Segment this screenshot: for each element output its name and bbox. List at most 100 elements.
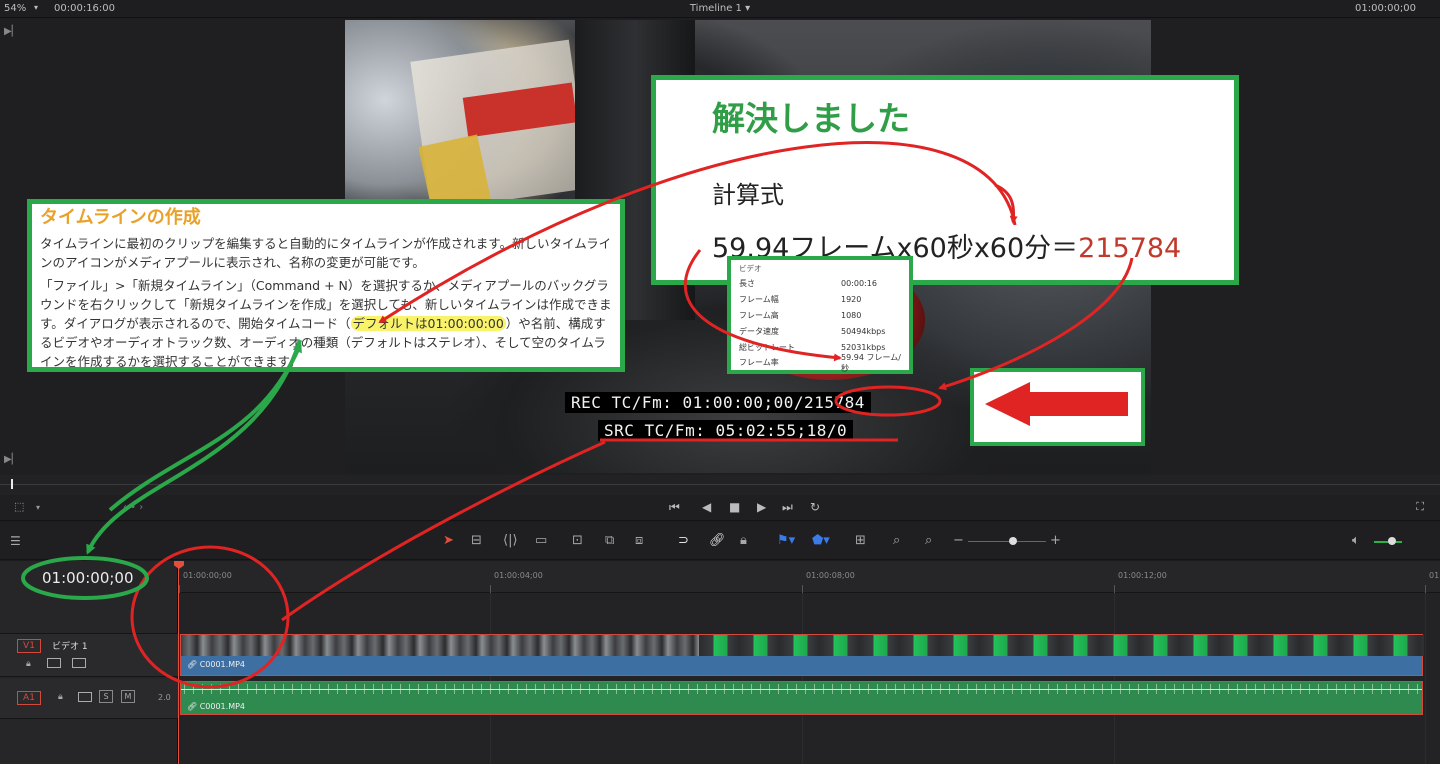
timeline-playhead[interactable] [178,561,179,764]
ruler-tick [490,585,491,593]
selection-tool-icon[interactable]: ➤ [443,533,454,548]
formula-label: 計算式 [712,181,784,209]
chevron-down-icon[interactable]: ▾ [36,503,40,512]
property-key: フレーム幅 [739,295,779,305]
ruler-label: 01:00:00;00 [183,571,232,580]
stop-button[interactable]: ■ [729,500,740,514]
auto-select-icon[interactable] [78,692,92,702]
panel-toggle-icon[interactable]: ▶▏ [4,454,19,465]
snapping-icon[interactable]: ⊃ [678,533,689,548]
play-reverse-button[interactable]: ◀ [702,500,711,514]
property-key: フレーム率 [739,358,779,368]
doc-highlight: デフォルトは01:00:00:00 [350,316,506,331]
property-row: 長さ 00:00:16 [735,276,905,292]
custom-zoom-icon[interactable]: ⌕ [925,533,932,548]
property-row: データ速度 50494kbps [735,323,905,339]
insert-clip-icon[interactable]: ⊡ [572,533,583,548]
timeline-toolbar: ☰ ➤ ⊟ ⟨|⟩ ▭ ⊡ ⧉ ⧈ ⊃ 🔗︎ 🔒︎ ⚑▾ ⬟▾ ⊞ ⌕ ⌕ − … [0,522,1440,560]
grid-line [490,593,491,764]
property-key: 長さ [739,279,755,289]
track-header-a1[interactable]: A1 🔒︎ S M 2.0 [0,679,178,719]
property-value: 00:00:16 [841,279,877,289]
auto-select-icon[interactable] [47,658,61,668]
property-value: 52031kbps [841,342,886,352]
blade-tool-icon[interactable]: ▭ [535,533,547,548]
doc-paragraph: タイムラインに最初のクリップを編集すると自動的にタイムラインが作成されます。新し… [40,236,612,270]
detail-zoom-icon[interactable]: ⌕ [893,533,900,548]
property-value: 50494kbps [841,326,886,336]
audio-clip[interactable]: 🔗︎ C0001.MP4 [180,681,1423,715]
go-to-first-frame-button[interactable]: ⏮ [669,500,680,515]
timeline-timecode[interactable]: 01:00:00;00 [42,569,134,587]
speaker-icon[interactable]: 🔈︎ [1352,533,1360,548]
track-name[interactable]: ビデオ 1 [52,639,88,652]
dynamic-trim-icon[interactable]: ⟨|⟩ [503,533,518,548]
documentation-callout: タイムラインの作成 タイムラインに最初のクリップを編集すると自動的にタイムライン… [27,199,625,372]
property-value: 1920 [841,295,862,305]
full-extent-zoom-icon[interactable]: ⊞ [855,533,866,548]
ruler-label: 01:00:12;00 [1118,571,1167,580]
clip-name: 🔗︎ C0001.MP4 [187,660,246,669]
zoom-in-icon[interactable]: + [1050,533,1061,548]
play-button[interactable]: ▶ [757,500,766,514]
properties-header: ビデオ [739,264,762,273]
mute-button[interactable]: M [121,690,135,703]
ruler-tick [802,585,803,593]
fullscreen-icon[interactable]: ⛶ [1416,500,1424,514]
clip-name: 🔗︎ C0001.MP4 [187,702,246,711]
go-to-last-frame-button[interactable]: ⏭ [782,500,793,515]
timeline-tracks[interactable]: 01:00:00;00 01:00:04;00 01:00:08;00 01:0… [174,561,1440,764]
property-row: フレーム高 1080 [735,308,905,324]
nav-dots-icon[interactable]: ‹ • › [123,502,143,513]
video-clip[interactable]: 🔗︎ C0001.MP4 [180,634,1424,676]
clip-thumbnails [699,635,1424,656]
position-lock-icon[interactable]: 🔒︎ [740,533,747,548]
ruler-label: 01 [1429,571,1440,580]
replace-clip-icon[interactable]: ⧈ [635,533,643,548]
ruler-tick [1425,585,1426,593]
property-key: データ速度 [739,326,779,336]
zoom-slider-handle[interactable] [1009,537,1017,545]
timeline-title[interactable]: Timeline 1 ▾ [0,3,1440,14]
lock-icon[interactable]: 🔒︎ [58,692,63,702]
monitor-icon[interactable] [72,658,86,668]
trim-tool-icon[interactable]: ⊟ [471,533,482,548]
clip-name-text: C0001.MP4 [199,660,246,669]
viewer-options-icon[interactable]: ⬚ [14,500,24,513]
zoom-slider-track[interactable] [968,541,1046,542]
flag-icon[interactable]: ⚑▾ [777,533,795,548]
timeline-view-options-icon[interactable]: ☰ [10,534,21,548]
viewer-scrubber[interactable] [0,475,1440,495]
linked-selection-icon[interactable]: 🔗︎ [709,533,726,548]
scrubber-track[interactable] [0,484,1440,485]
scrubber-playhead[interactable] [11,479,13,489]
ruler-tick [179,585,180,593]
grid-line [1425,593,1426,764]
src-timecode-overlay: SRC TC/Fm: 05:02:55;18/0 [598,420,854,441]
doc-paragraph: 「ファイル」>「新規タイムライン」（Command + N）を選択するか、メディ… [40,276,612,367]
ruler-label: 01:00:08;00 [806,571,855,580]
track-header-v1[interactable]: V1 ビデオ 1 🔒︎ [0,633,178,677]
lock-icon[interactable]: 🔒︎ [26,659,31,669]
panel-toggle-icon[interactable]: ▶▏ [4,26,19,37]
zoom-out-icon[interactable]: − [953,533,964,548]
volume-slider-handle[interactable] [1388,537,1396,545]
timeline-ruler[interactable]: 01:00:00;00 01:00:04;00 01:00:08;00 01:0… [179,561,1440,593]
ruler-label: 01:00:04;00 [494,571,543,580]
solution-title: 解決しました [712,99,910,138]
timeline-title-label[interactable]: Timeline 1 [690,3,742,14]
arrow-callout [970,368,1145,446]
track-id[interactable]: V1 [17,639,41,653]
grid-line [802,593,803,764]
audio-channels: 2.0 [158,693,171,702]
property-value: 59.94 フレーム/秒 [841,352,901,373]
marker-icon[interactable]: ⬟▾ [812,533,830,548]
solo-button[interactable]: S [99,690,113,703]
track-headers: 01:00:00;00 V1 ビデオ 1 🔒︎ A1 🔒︎ S M 2.0 [0,561,178,764]
clip-label-bar: 🔗︎ C0001.MP4 [181,656,1422,675]
clip-name-text: C0001.MP4 [199,702,246,711]
loop-button[interactable]: ↻ [810,500,820,514]
viewer-timecode: 01:00:00;00 [1354,3,1416,14]
overwrite-clip-icon[interactable]: ⧉ [605,533,614,548]
track-id[interactable]: A1 [17,691,41,705]
